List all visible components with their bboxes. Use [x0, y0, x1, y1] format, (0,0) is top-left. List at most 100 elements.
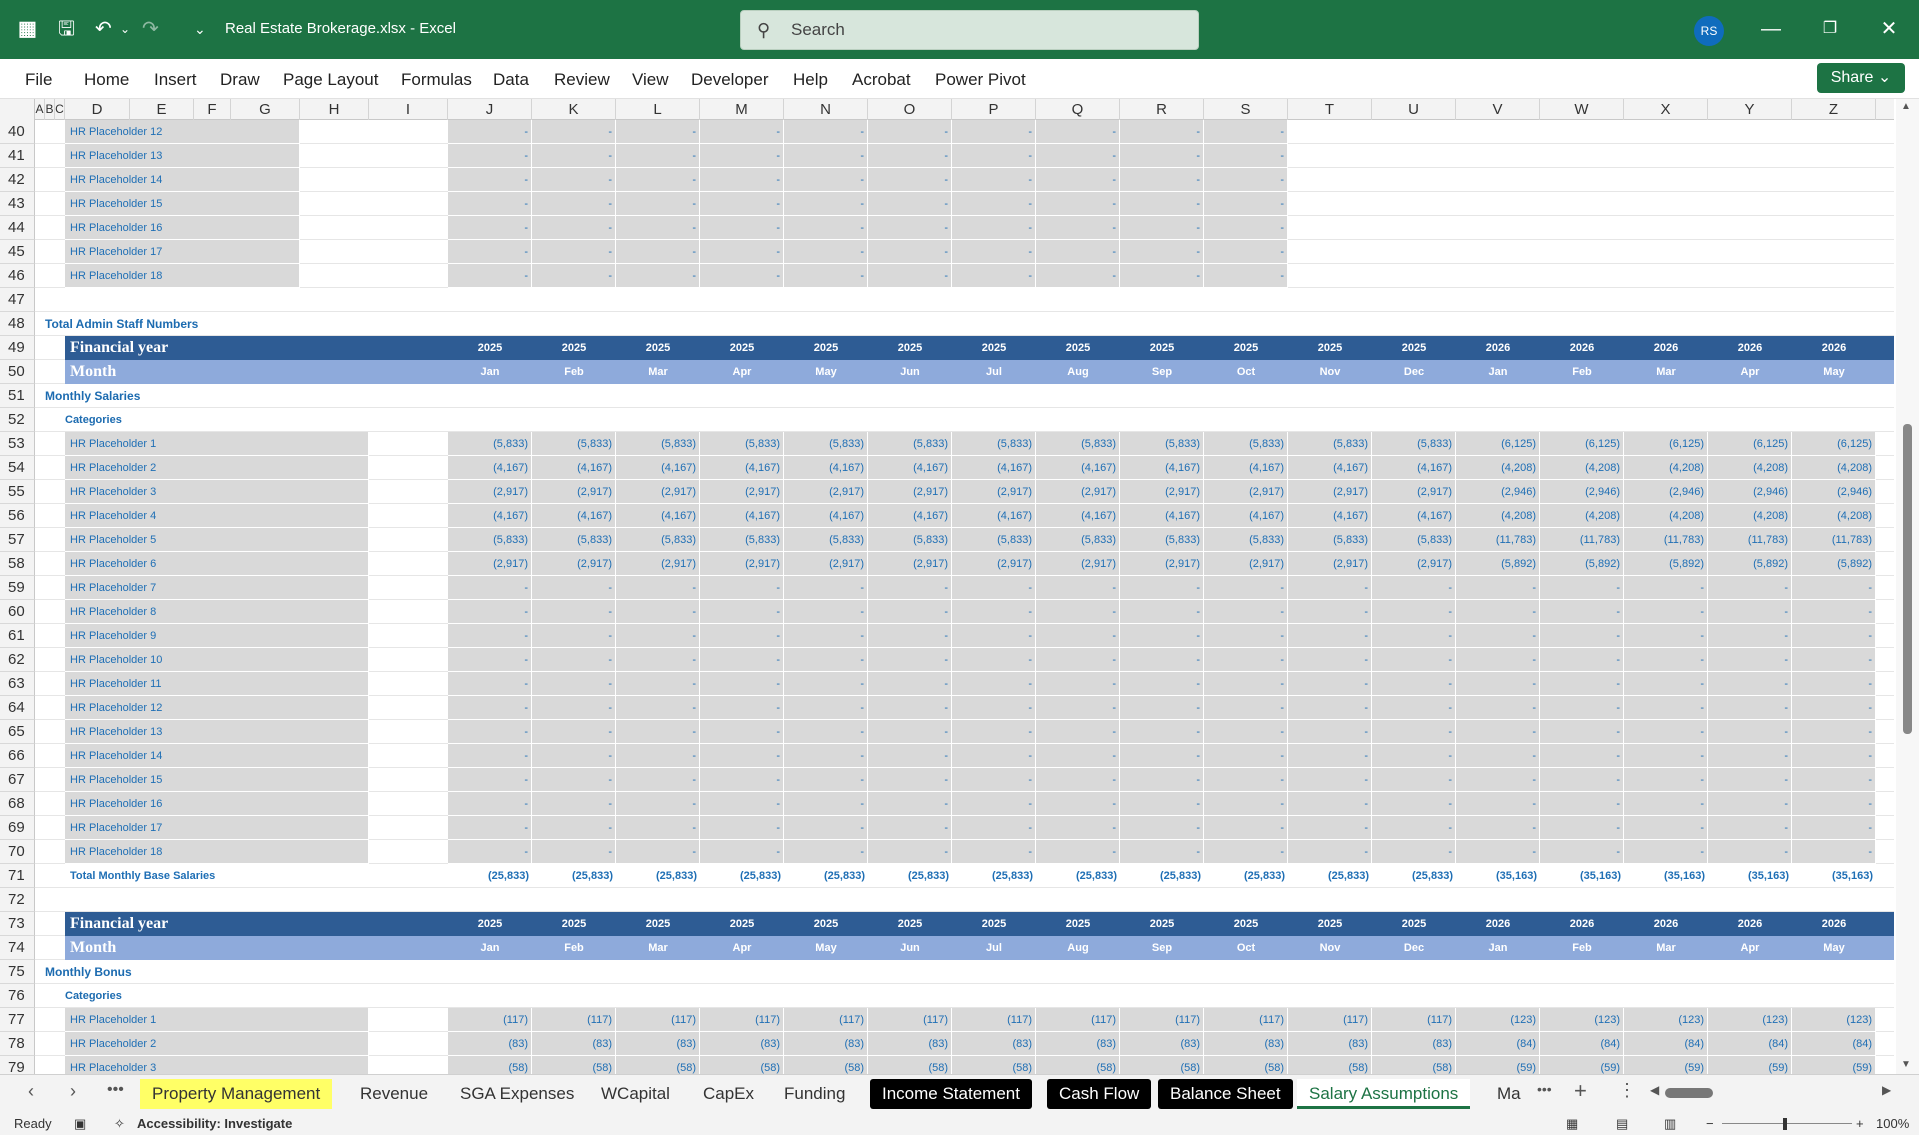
column-header-u[interactable]: U	[1372, 99, 1456, 120]
data-cell[interactable]: -	[952, 648, 1036, 672]
data-cell[interactable]: -	[1540, 624, 1624, 648]
row-header[interactable]: 57	[0, 528, 35, 552]
data-cell[interactable]: (83)	[700, 1032, 784, 1056]
data-cell[interactable]: -	[700, 120, 784, 144]
data-cell[interactable]: -	[1624, 720, 1708, 744]
data-cell[interactable]: (5,833)	[784, 432, 868, 456]
data-cell[interactable]: -	[616, 816, 700, 840]
data-cell[interactable]: -	[616, 672, 700, 696]
data-cell[interactable]: -	[532, 576, 616, 600]
column-header-n[interactable]: N	[784, 99, 868, 120]
data-cell[interactable]: -	[448, 696, 532, 720]
row-header[interactable]: 65	[0, 720, 35, 744]
data-cell[interactable]: -	[952, 792, 1036, 816]
data-cell[interactable]: -	[1120, 624, 1204, 648]
data-cell[interactable]: -	[1540, 720, 1624, 744]
data-cell[interactable]: (5,833)	[1288, 432, 1372, 456]
data-cell[interactable]: -	[1624, 816, 1708, 840]
data-cell[interactable]: -	[784, 744, 868, 768]
close-icon[interactable]: ✕	[1874, 14, 1904, 44]
data-cell[interactable]: -	[1120, 792, 1204, 816]
data-cell[interactable]: -	[868, 768, 952, 792]
year-cell[interactable]: 2025	[532, 336, 616, 360]
zoom-in-icon[interactable]: +	[1856, 1112, 1864, 1135]
data-cell[interactable]: -	[784, 120, 868, 144]
row-label[interactable]: HR Placeholder 18	[65, 840, 369, 864]
data-cell[interactable]: -	[1372, 840, 1456, 864]
column-header-f[interactable]: F	[194, 99, 231, 120]
section-title[interactable]: Total Admin Staff Numbers	[45, 312, 369, 336]
data-cell[interactable]: -	[1372, 624, 1456, 648]
data-cell[interactable]: -	[1624, 576, 1708, 600]
data-cell[interactable]: -	[1288, 768, 1372, 792]
options-icon[interactable]: ⋮	[1618, 1080, 1636, 1101]
data-cell[interactable]: -	[532, 624, 616, 648]
data-cell[interactable]: (5,833)	[1204, 432, 1288, 456]
total-cell[interactable]: (35,163)	[1456, 864, 1540, 888]
data-cell[interactable]: -	[784, 840, 868, 864]
column-header-x[interactable]: X	[1624, 99, 1708, 120]
data-cell[interactable]: -	[700, 720, 784, 744]
data-cell[interactable]: (83)	[1120, 1032, 1204, 1056]
data-cell[interactable]: -	[1456, 840, 1540, 864]
column-header-q[interactable]: Q	[1036, 99, 1120, 120]
select-all-corner[interactable]	[0, 99, 35, 120]
data-cell[interactable]: -	[1204, 120, 1288, 144]
month-cell[interactable]: Jan	[1456, 936, 1540, 960]
data-cell[interactable]: -	[1624, 840, 1708, 864]
column-header-b[interactable]: B	[45, 99, 55, 120]
data-cell[interactable]: -	[1204, 600, 1288, 624]
row-header[interactable]: 51	[0, 384, 35, 408]
data-cell[interactable]: -	[868, 600, 952, 624]
sheet-tab-cash-flow[interactable]: Cash Flow	[1047, 1079, 1152, 1109]
data-cell[interactable]: -	[448, 240, 532, 264]
data-cell[interactable]: -	[1456, 600, 1540, 624]
data-cell[interactable]: -	[616, 624, 700, 648]
data-cell[interactable]: -	[700, 696, 784, 720]
month-cell[interactable]: Apr	[1708, 936, 1792, 960]
data-cell[interactable]: (84)	[1540, 1032, 1624, 1056]
total-cell[interactable]: (25,833)	[1372, 864, 1456, 888]
data-cell[interactable]: -	[700, 264, 784, 288]
total-cell[interactable]: (25,833)	[784, 864, 868, 888]
data-cell[interactable]: (5,833)	[448, 432, 532, 456]
sheet-tab-revenue[interactable]: Revenue	[348, 1079, 440, 1109]
data-cell[interactable]: -	[1120, 720, 1204, 744]
data-cell[interactable]: (5,833)	[448, 528, 532, 552]
data-cell[interactable]: -	[1288, 648, 1372, 672]
data-cell[interactable]: -	[448, 648, 532, 672]
data-cell[interactable]: (4,167)	[784, 504, 868, 528]
data-cell[interactable]: -	[868, 672, 952, 696]
data-cell[interactable]: (4,167)	[868, 456, 952, 480]
data-cell[interactable]: (2,917)	[868, 480, 952, 504]
month-cell[interactable]: Apr	[700, 360, 784, 384]
data-cell[interactable]: -	[1372, 816, 1456, 840]
data-cell[interactable]: -	[1288, 720, 1372, 744]
data-cell[interactable]: -	[700, 144, 784, 168]
data-cell[interactable]: -	[1036, 600, 1120, 624]
data-cell[interactable]: (4,167)	[1372, 456, 1456, 480]
data-cell[interactable]: (4,167)	[1288, 456, 1372, 480]
data-cell[interactable]: (117)	[952, 1008, 1036, 1032]
data-cell[interactable]: -	[1036, 648, 1120, 672]
year-cell[interactable]: 2026	[1624, 336, 1708, 360]
data-cell[interactable]: (4,167)	[1288, 504, 1372, 528]
data-cell[interactable]: -	[1120, 744, 1204, 768]
row-label[interactable]: HR Placeholder 14	[65, 168, 300, 192]
year-cell[interactable]: 2025	[1288, 912, 1372, 936]
data-cell[interactable]: -	[532, 816, 616, 840]
data-cell[interactable]: (2,917)	[1288, 552, 1372, 576]
zoom-out-icon[interactable]: −	[1706, 1112, 1714, 1135]
year-cell[interactable]: 2025	[1120, 912, 1204, 936]
row-label[interactable]: HR Placeholder 3	[65, 480, 369, 504]
data-cell[interactable]: -	[532, 120, 616, 144]
total-cell[interactable]: (25,833)	[532, 864, 616, 888]
month-cell[interactable]: Mar	[616, 360, 700, 384]
data-cell[interactable]: -	[1792, 576, 1876, 600]
data-cell[interactable]: -	[1372, 696, 1456, 720]
month-cell[interactable]: May	[784, 936, 868, 960]
data-cell[interactable]: (6,125)	[1456, 432, 1540, 456]
year-cell[interactable]: 2026	[1540, 912, 1624, 936]
data-cell[interactable]: -	[1456, 768, 1540, 792]
data-cell[interactable]: -	[616, 216, 700, 240]
